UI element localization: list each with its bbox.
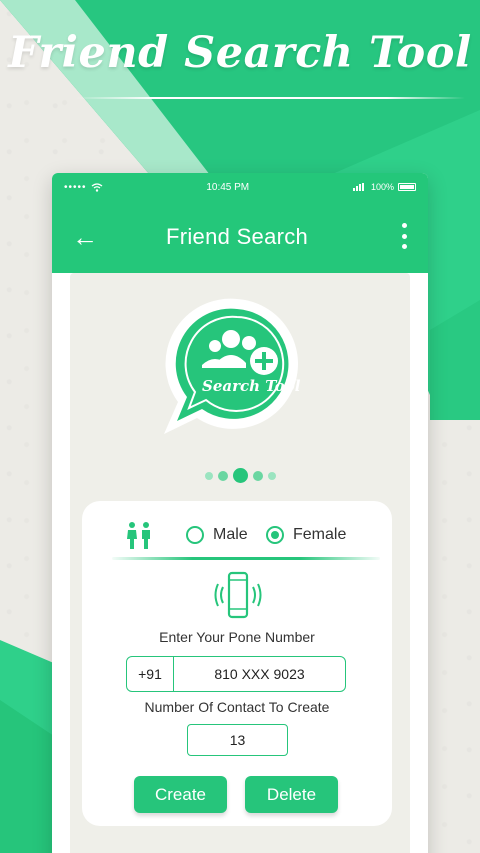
gender-radio-male[interactable]: Male — [186, 526, 248, 544]
search-tool-logo: Search Tool — [152, 291, 322, 441]
create-button[interactable]: Create — [134, 776, 227, 813]
cell-signal-icon — [352, 183, 364, 191]
radio-circle[interactable] — [186, 526, 204, 544]
more-vert-icon[interactable] — [402, 223, 408, 249]
back-arrow-icon[interactable]: ← — [72, 222, 122, 253]
wifi-icon — [91, 182, 102, 192]
gender-female-label: Female — [293, 526, 347, 543]
banner-title: Friend Search Tool — [8, 28, 472, 78]
content-area: Search Tool Male Female Enter Your Pone … — [70, 273, 410, 853]
page-indicator — [70, 468, 410, 483]
gender-row: Male Female — [82, 521, 392, 551]
pager-dot-active[interactable] — [232, 468, 248, 483]
battery-percent: 100% — [370, 182, 394, 192]
phone-vibrate-icon — [214, 571, 262, 619]
contact-count-input[interactable]: 13 — [187, 724, 288, 756]
phone-frame: ••••• 10:45 PM 100% ← Friend Search Sear… — [52, 173, 428, 853]
gender-people-icon — [127, 522, 150, 549]
status-bar: ••••• 10:45 PM 100% — [52, 173, 428, 201]
gender-male-label: Male — [213, 526, 248, 543]
status-time: 10:45 PM — [206, 181, 250, 193]
gender-radio-female[interactable]: Female — [266, 526, 346, 544]
app-bar: ← Friend Search — [52, 201, 428, 273]
pager-dot[interactable] — [267, 471, 276, 480]
phone-number-label: Enter Your Pone Number — [159, 629, 315, 645]
app-bar-title: Friend Search — [166, 224, 309, 249]
battery-icon — [397, 183, 416, 191]
phone-number-value[interactable]: 810 XXX 9023 — [174, 666, 345, 682]
country-code[interactable]: +91 — [127, 657, 174, 691]
pager-dot[interactable] — [252, 470, 263, 481]
delete-button[interactable]: Delete — [245, 776, 338, 813]
divider — [112, 557, 380, 560]
signal-dots: ••••• — [64, 181, 87, 193]
logo-text: Search Tool — [202, 377, 301, 395]
banner-underline — [75, 97, 465, 99]
radio-circle-selected[interactable] — [266, 526, 284, 544]
pager-dot[interactable] — [217, 470, 228, 481]
contact-count-label: Number Of Contact To Create — [144, 699, 330, 715]
pager-dot[interactable] — [204, 471, 213, 480]
phone-number-input[interactable]: +91 810 XXX 9023 — [126, 656, 346, 692]
form-card: Male Female Enter Your Pone Number +91 8… — [82, 501, 392, 826]
